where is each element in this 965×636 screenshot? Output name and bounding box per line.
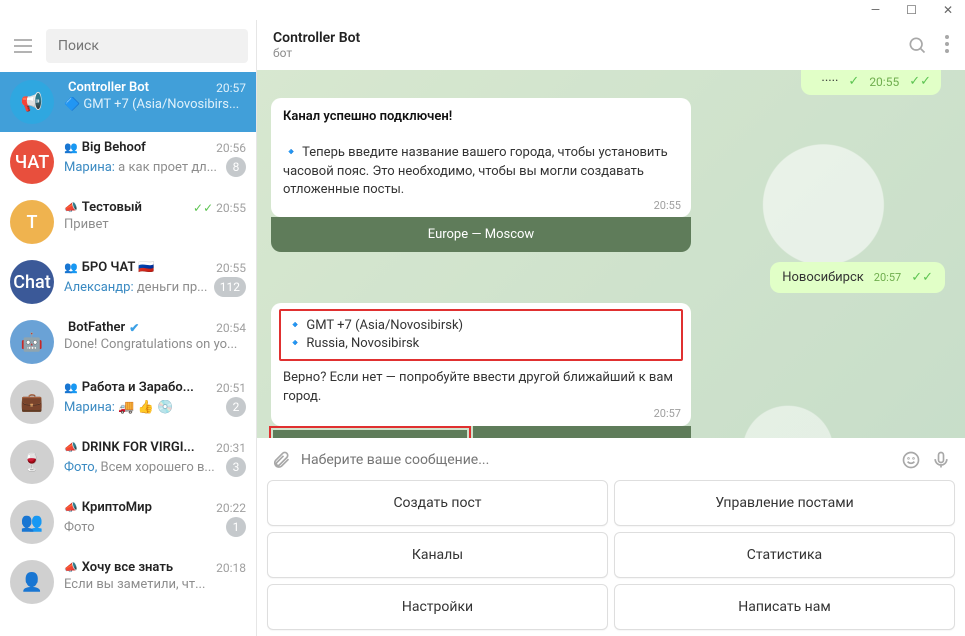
chat-name: BotFather ✔ xyxy=(64,320,139,335)
chat-name: 👥 Работа и Зарабо... xyxy=(64,380,194,395)
read-ticks-icon: ✓✓ xyxy=(911,270,933,285)
chat-item[interactable]: ЧАТ 👥 Big Behoof 20:56 Марина: а как проет … xyxy=(0,132,256,192)
chat-time: 20:31 xyxy=(216,441,246,455)
search-icon[interactable] xyxy=(907,35,927,55)
chat-header: Controller Bot бот xyxy=(257,20,965,70)
chat-item[interactable]: 📢 Controller Bot 20:57 🔷 GMT +7 (Asia/Novos… xyxy=(0,72,256,132)
msg-time: 20:57 xyxy=(874,271,901,284)
chat-name: 📣 Тестовый xyxy=(64,200,142,215)
unread-badge: 2 xyxy=(226,397,246,417)
chat-time: 20:51 xyxy=(216,381,246,395)
verified-icon: ✔ xyxy=(129,321,139,335)
avatar: Chat xyxy=(10,260,54,304)
chat-time: 20:22 xyxy=(216,501,246,515)
conversation-area: Controller Bot бот ····· ✓ 20:55 ✓✓ Кана… xyxy=(257,20,965,636)
mic-icon[interactable] xyxy=(931,450,951,470)
menu-button[interactable] xyxy=(8,28,38,64)
chat-time: 20:57 xyxy=(216,81,246,95)
unread-badge: 1 xyxy=(226,517,246,537)
chat-time: ✓✓ 20:55 xyxy=(193,201,246,215)
inline-btn-moscow[interactable]: Europe — Moscow xyxy=(271,217,691,252)
kb-btn-channels[interactable]: Каналы xyxy=(267,532,608,578)
chat-subtitle: бот xyxy=(273,46,907,60)
msg-time: 20:55 xyxy=(654,198,681,213)
highlight-box: 🔹 GMT +7 (Asia/Novosibirsk) 🔹 Russia, No… xyxy=(279,309,683,361)
kb-btn-manage-posts[interactable]: Управление постами xyxy=(614,480,955,526)
chat-name: 📣 Хочу все знать xyxy=(64,560,173,575)
chat-name: 📣 КриптоМир xyxy=(64,500,152,515)
input-area: Создать пост Управление постами Каналы С… xyxy=(257,438,965,636)
chat-preview: Привет xyxy=(64,217,109,232)
emoji-icon[interactable] xyxy=(901,450,921,470)
avatar: 🍷 xyxy=(10,440,54,484)
chat-title: Controller Bot xyxy=(273,30,907,46)
kb-btn-stats[interactable]: Статистика xyxy=(614,532,955,578)
chat-item[interactable]: Т 📣 Тестовый ✓✓ 20:55 Привет xyxy=(0,192,256,252)
avatar: 📢 xyxy=(10,80,54,124)
avatar: Т xyxy=(10,200,54,244)
msg-time: 20:57 xyxy=(654,406,681,421)
window-min[interactable]: — xyxy=(871,3,880,17)
window-controls: — ☐ ✕ xyxy=(0,0,965,20)
reply-keyboard: Создать пост Управление постами Каналы С… xyxy=(267,480,955,630)
chat-preview: 🔷 GMT +7 (Asia/Novosibirs... xyxy=(64,97,239,112)
unread-badge: 3 xyxy=(226,457,246,477)
avatar: 👥 xyxy=(10,500,54,544)
kb-btn-contact[interactable]: Написать нам xyxy=(614,584,955,630)
inline-btn-cancel[interactable]: Отмена xyxy=(473,426,691,438)
avatar: 👤 xyxy=(10,560,54,604)
unread-badge: 112 xyxy=(214,277,246,297)
sent-ticks-icon: ✓ xyxy=(848,74,859,89)
user-message: Новосибирск 20:57 ✓✓ xyxy=(770,262,945,293)
chat-preview: Александр: деньги пр... xyxy=(64,280,207,295)
sidebar: 📢 Controller Bot 20:57 🔷 GMT +7 (Asia/Novos… xyxy=(0,20,257,636)
chat-preview: Марина: 🚚 👍 💿 xyxy=(64,400,173,415)
chat-item[interactable]: 🤖 BotFather ✔ 20:54 Done! Congratulations o… xyxy=(0,312,256,372)
bot-message: Канал успешно подключен! 🔹 Теперь введит… xyxy=(271,98,691,217)
chat-name: 👥 БРО ЧАТ 🇷🇺 xyxy=(64,260,154,275)
read-ticks-icon: ✓✓ xyxy=(909,74,931,89)
window-close[interactable]: ✕ xyxy=(943,3,953,17)
msg-heading: Канал успешно подключен! xyxy=(283,109,452,124)
chat-list: 📢 Controller Bot 20:57 🔷 GMT +7 (Asia/Novos… xyxy=(0,72,256,636)
message-input[interactable] xyxy=(301,452,891,468)
avatar: 💼 xyxy=(10,380,54,424)
inline-btn-confirm[interactable]: Верно xyxy=(273,430,467,438)
kb-btn-create-post[interactable]: Создать пост xyxy=(267,480,608,526)
chat-name: 👥 Big Behoof xyxy=(64,140,146,155)
chat-preview: Фото xyxy=(64,520,95,535)
messages: ····· ✓ 20:55 ✓✓ Канал успешно подключен… xyxy=(257,70,965,438)
search-input[interactable] xyxy=(46,29,248,63)
chat-preview: Done! Congratulations on yo... xyxy=(64,337,237,352)
chat-time: 20:56 xyxy=(216,141,246,155)
window-max[interactable]: ☐ xyxy=(906,3,917,17)
more-icon[interactable] xyxy=(945,35,949,55)
msg-body: 🔹 Теперь введите название вашего города,… xyxy=(283,145,668,196)
bot-message: 🔹 GMT +7 (Asia/Novosibirsk) 🔹 Russia, No… xyxy=(271,303,691,426)
kb-btn-settings[interactable]: Настройки xyxy=(267,584,608,630)
chat-name: 📣 DRINK FOR VIRGI... xyxy=(64,440,195,455)
chat-time: 20:55 xyxy=(216,261,246,275)
chat-item[interactable]: 👥 📣 КриптоМир 20:22 Фото 1 xyxy=(0,492,256,552)
chat-item[interactable]: 💼 👥 Работа и Зарабо... 20:51 Марина: 🚚 👍 💿 2 xyxy=(0,372,256,432)
chat-preview: Если вы заметили, чт... xyxy=(64,577,205,592)
msg-body: Верно? Если нет — попробуйте ввести друг… xyxy=(283,370,673,403)
chat-time: 20:54 xyxy=(216,321,246,335)
unread-badge: 8 xyxy=(226,157,246,177)
msg-text: Новосибирск xyxy=(782,270,864,285)
avatar: 🤖 xyxy=(10,320,54,364)
chat-preview: Марина: а как проет дл... xyxy=(64,160,217,175)
attach-icon[interactable] xyxy=(271,450,291,470)
chat-item[interactable]: 🍷 📣 DRINK FOR VIRGI... 20:31Фото, Всем хор… xyxy=(0,432,256,492)
chat-item[interactable]: Chat 👥 БРО ЧАТ 🇷🇺 20:55 Александр: деньги п… xyxy=(0,252,256,312)
chat-name: Controller Bot xyxy=(64,80,149,95)
prev-outgoing-msg: ····· ✓ 20:55 ✓✓ xyxy=(801,70,941,95)
chat-item[interactable]: 👤 📣 Хочу все знать 20:18 Если вы заметили, … xyxy=(0,552,256,612)
chat-time: 20:18 xyxy=(216,561,246,575)
ticks-icon: ✓✓ xyxy=(193,201,213,215)
chat-preview: Фото, Всем хорошего в... xyxy=(64,460,215,475)
avatar: ЧАТ xyxy=(10,140,54,184)
